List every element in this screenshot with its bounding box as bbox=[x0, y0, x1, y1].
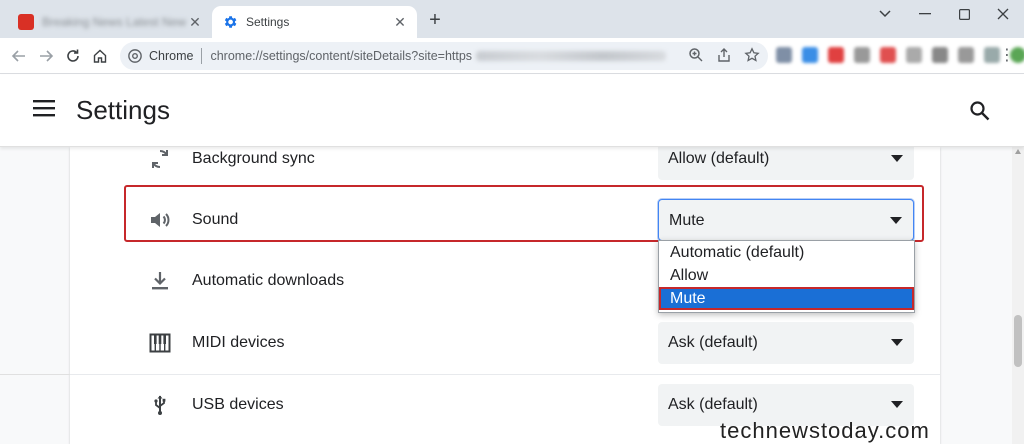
permission-row-midi-devices: MIDI devices Ask (default) bbox=[70, 313, 940, 373]
extensions-area bbox=[776, 47, 1024, 63]
home-button[interactable] bbox=[89, 45, 111, 67]
dropdown-arrow-icon bbox=[891, 339, 903, 346]
tab-strip: Breaking News Latest News and Videos ✕ S… bbox=[0, 0, 1024, 38]
dropdown-arrow-icon bbox=[891, 155, 903, 162]
close-tab-icon[interactable]: ✕ bbox=[391, 13, 409, 31]
tab-news[interactable]: Breaking News Latest News and Videos ✕ bbox=[8, 6, 212, 38]
close-window-button[interactable] bbox=[990, 4, 1016, 24]
site-chip-label: Chrome bbox=[149, 49, 194, 63]
maximize-button[interactable] bbox=[951, 4, 977, 24]
usb-icon bbox=[154, 395, 166, 415]
gear-icon bbox=[224, 16, 237, 28]
scrollbar[interactable] bbox=[1012, 147, 1024, 444]
hamburger-menu-icon[interactable] bbox=[33, 99, 55, 117]
dropdown-arrow-icon bbox=[891, 401, 903, 408]
back-button[interactable] bbox=[8, 45, 30, 67]
sound-highlight-annotation bbox=[124, 185, 924, 242]
star-bookmark-icon[interactable] bbox=[744, 47, 760, 63]
url-text: chrome://settings/content/siteDetails?si… bbox=[210, 49, 473, 63]
divider bbox=[0, 374, 70, 375]
sound-options-dropdown: Automatic (default) Allow Mute bbox=[658, 240, 915, 313]
tab-settings[interactable]: Settings ✕ bbox=[212, 6, 417, 38]
back-arrow-icon bbox=[11, 50, 25, 62]
download-icon bbox=[152, 272, 168, 290]
search-icon[interactable] bbox=[968, 99, 992, 123]
browser-toolbar: Chrome chrome://settings/content/siteDet… bbox=[0, 38, 1024, 74]
scroll-thumb[interactable] bbox=[1014, 315, 1022, 367]
forward-arrow-icon bbox=[40, 50, 54, 62]
share-icon[interactable] bbox=[716, 47, 732, 63]
extension-icon[interactable] bbox=[932, 47, 948, 63]
news-favicon-icon bbox=[18, 14, 34, 30]
more-menu-icon[interactable]: ⋮ bbox=[998, 46, 1016, 66]
url-blurred-part bbox=[476, 51, 667, 61]
extension-icon[interactable] bbox=[906, 47, 922, 63]
extension-icon[interactable] bbox=[828, 47, 844, 63]
new-tab-button[interactable]: + bbox=[424, 10, 446, 32]
permission-label: MIDI devices bbox=[192, 334, 285, 351]
tab-title: Breaking News Latest News and Videos bbox=[42, 15, 186, 29]
option-allow[interactable]: Allow bbox=[659, 264, 914, 287]
reload-icon bbox=[67, 49, 79, 62]
permission-label: USB devices bbox=[192, 396, 284, 413]
address-bar[interactable]: Chrome chrome://settings/content/siteDet… bbox=[120, 42, 768, 70]
option-automatic-default[interactable]: Automatic (default) bbox=[659, 241, 914, 264]
close-tab-icon[interactable]: ✕ bbox=[186, 13, 204, 31]
extension-icon[interactable] bbox=[880, 47, 896, 63]
piano-icon bbox=[149, 333, 171, 353]
omnibox-separator bbox=[201, 48, 203, 64]
option-mute[interactable]: Mute bbox=[659, 287, 914, 310]
tab-title: Settings bbox=[246, 15, 290, 29]
scroll-up-arrow-icon[interactable] bbox=[1015, 149, 1021, 154]
select-value: Ask (default) bbox=[668, 396, 758, 413]
extension-icon[interactable] bbox=[958, 47, 974, 63]
reload-button[interactable] bbox=[62, 45, 84, 67]
select-value: Ask (default) bbox=[668, 334, 758, 351]
page-title: Settings bbox=[76, 95, 170, 125]
sync-icon bbox=[152, 150, 168, 168]
permission-label: Automatic downloads bbox=[192, 272, 345, 289]
home-icon bbox=[93, 49, 107, 63]
extension-icon[interactable] bbox=[854, 47, 870, 63]
watermark: technewstoday.com bbox=[720, 418, 930, 443]
chrome-logo-icon bbox=[128, 49, 142, 63]
minimize-button[interactable] bbox=[912, 4, 938, 24]
select-value: Allow (default) bbox=[668, 150, 770, 167]
settings-header: Settings bbox=[0, 75, 1024, 147]
midi-devices-select[interactable]: Ask (default) bbox=[658, 322, 914, 364]
extension-icon[interactable] bbox=[776, 47, 792, 63]
extension-icon[interactable] bbox=[802, 47, 818, 63]
zoom-icon[interactable] bbox=[688, 47, 704, 63]
tab-search-chevron-icon[interactable] bbox=[872, 4, 898, 24]
forward-button[interactable] bbox=[35, 45, 57, 67]
